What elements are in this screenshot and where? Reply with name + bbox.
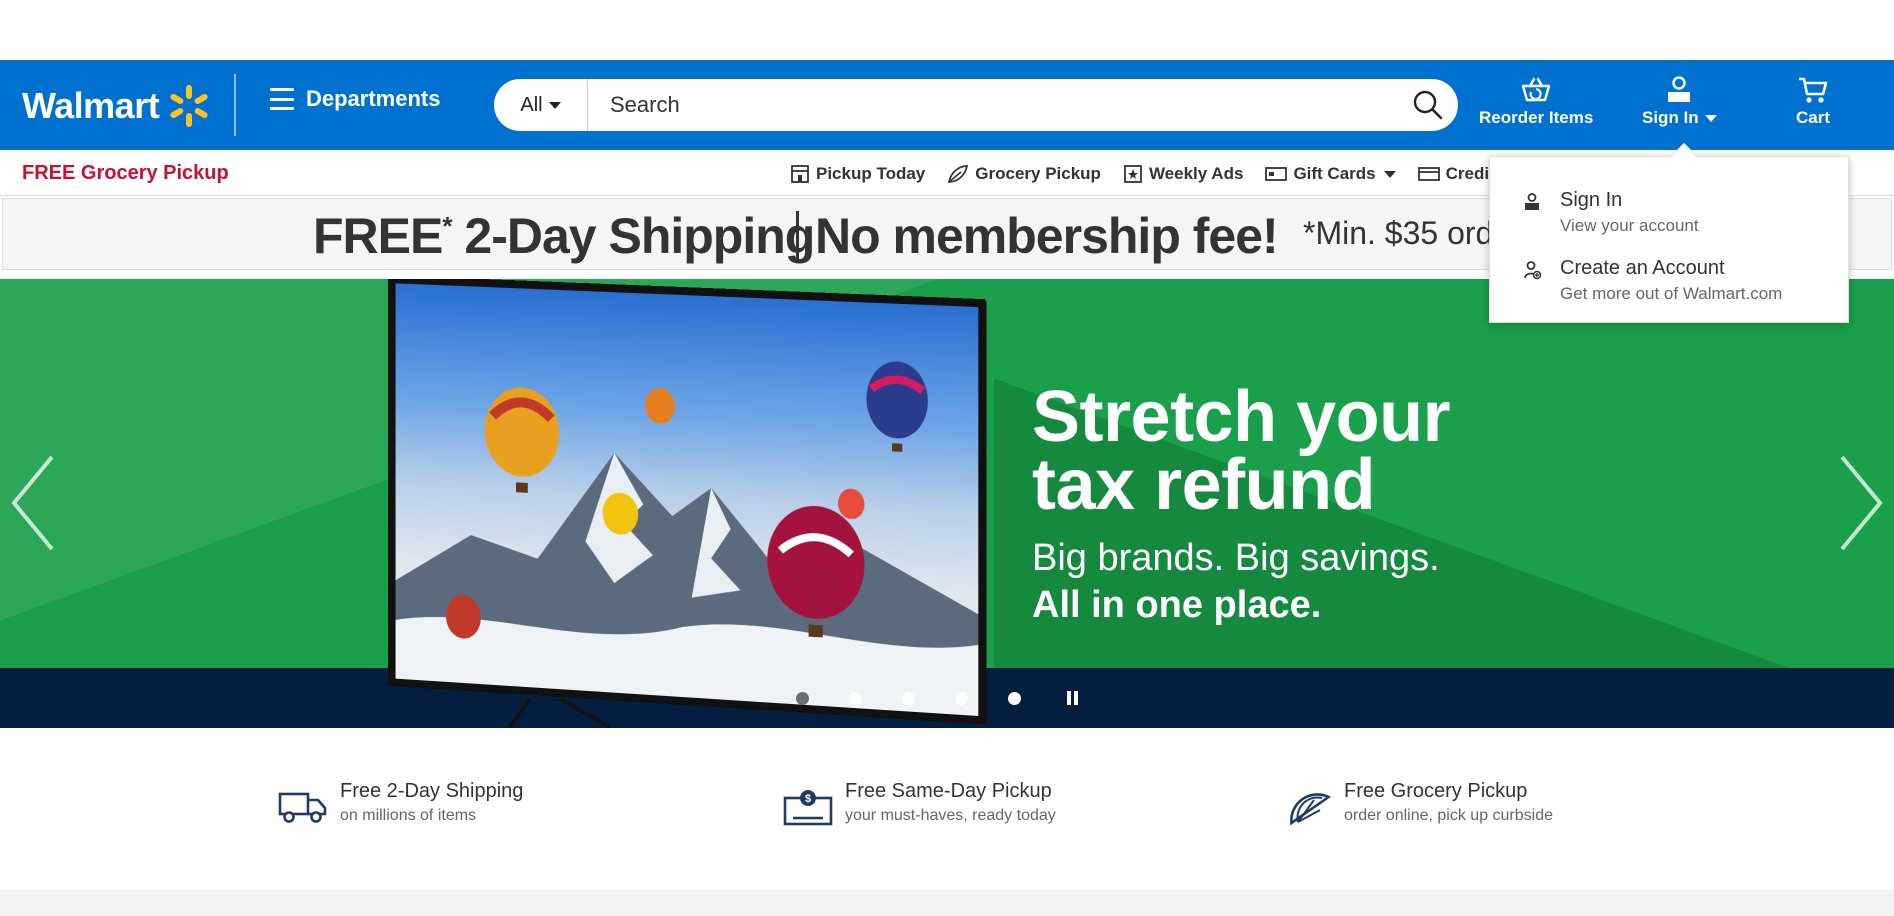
reorder-label: Reorder Items (1479, 108, 1594, 127)
search-button[interactable] (1398, 79, 1458, 131)
svg-text:$: $ (805, 793, 811, 805)
hero-subhead-bold: All in one place. (1032, 584, 1322, 626)
pickup-icon: $ (783, 790, 833, 826)
cart-label: Cart (1796, 108, 1831, 127)
spark-icon (170, 85, 208, 127)
feature-2day-shipping[interactable]: Free 2-Day Shipping on millions of items (278, 780, 523, 825)
dropdown-create-account[interactable]: Create an Account Get more out of Walmar… (1524, 257, 1782, 304)
search-category-value: All (520, 93, 543, 116)
feature-same-day-pickup[interactable]: $ Free Same-Day Pickup your must-haves, … (783, 780, 1056, 828)
feature-title: Free Same-Day Pickup (845, 780, 1052, 802)
carousel-prev-button[interactable] (10, 453, 56, 558)
grocery-pickup-label: Grocery Pickup (975, 164, 1101, 183)
hero-carousel[interactable]: Stretch your tax refund Big brands. Big … (0, 279, 1894, 728)
free-2day-shipping-text: FREE* 2-Day Shipping (313, 208, 815, 264)
feature-title: Free Grocery Pickup (1344, 780, 1528, 802)
user-icon (1668, 76, 1691, 102)
departments-label: Departments (306, 86, 441, 111)
carousel-indicators (796, 691, 1081, 705)
chevron-down-icon (548, 101, 561, 109)
carousel-pause-button[interactable] (1067, 691, 1081, 705)
banner-divider (796, 211, 799, 261)
subnav-links: Pickup Today Grocery Pickup Weekly Ads G… (790, 164, 1560, 184)
truck-icon (278, 792, 327, 823)
pickup-today-label: Pickup Today (816, 164, 926, 183)
dropdown-sign-in-title: Sign In (1560, 189, 1623, 211)
walmart-logo[interactable]: Walmart (22, 84, 211, 128)
grocery-pickup-link[interactable]: Grocery Pickup (947, 164, 1101, 184)
sign-in-button[interactable]: Sign In (1642, 76, 1717, 128)
citrus-icon (1290, 793, 1332, 826)
feature-subtitle: on millions of items (340, 807, 477, 824)
gift-card-icon (1265, 167, 1288, 181)
value-props: Free 2-Day Shipping on millions of items… (0, 780, 1894, 850)
search-input[interactable] (588, 79, 1398, 131)
store-icon (791, 165, 809, 183)
hamburger-icon (270, 88, 294, 110)
search-bar: All (494, 79, 1458, 131)
chevron-down-icon (1704, 114, 1717, 122)
add-user-icon (1524, 261, 1542, 280)
weekly-ads-label: Weekly Ads (1148, 164, 1244, 183)
site-header: Walmart Departments All Search Reorder I… (0, 60, 1894, 150)
chevron-down-icon (1383, 170, 1396, 178)
weekly-ads-link[interactable]: Weekly Ads (1123, 164, 1244, 184)
cart-button[interactable]: Cart (1796, 76, 1830, 128)
cart-icon (1799, 77, 1828, 103)
account-dropdown-menu: Sign In View your account Create an Acco… (1489, 142, 1849, 323)
no-membership-fee-text: No membership fee! (815, 208, 1279, 264)
feature-grocery-pickup[interactable]: Free Grocery Pickup order online, pick u… (1288, 780, 1553, 832)
search-category-select[interactable]: All (494, 79, 588, 131)
carousel-dot-2[interactable] (849, 691, 862, 705)
header-divider (234, 74, 236, 136)
chevron-right-icon (1840, 455, 1883, 551)
tv-product-image (387, 279, 987, 725)
dropdown-sign-in-subtitle: View your account (1560, 216, 1699, 235)
star-badge-icon (1124, 165, 1142, 183)
hero-subhead: Big brands. Big savings. (1032, 537, 1440, 579)
pickup-today-link[interactable]: Pickup Today (790, 164, 925, 184)
search-icon (1413, 90, 1443, 120)
footer-strip (0, 890, 1894, 916)
grocery-pickup-promo-link[interactable]: FREE Grocery Pickup (22, 162, 229, 185)
logo-text: Walmart (22, 85, 160, 126)
carousel-next-button[interactable] (1838, 453, 1884, 558)
departments-button[interactable]: Departments (270, 86, 440, 112)
carousel-dot-5[interactable] (1008, 691, 1021, 705)
feature-subtitle: order online, pick up curbside (1344, 807, 1554, 824)
dropdown-create-account-title: Create an Account (1560, 257, 1725, 279)
credit-card-icon (1417, 167, 1440, 181)
tv-stand (508, 699, 611, 728)
dropdown-sign-in[interactable]: Sign In View your account (1524, 189, 1699, 236)
reorder-items-button[interactable]: Reorder Items (1479, 76, 1593, 128)
walmart-homepage: Walmart Departments All Search Reorder I… (0, 0, 1894, 916)
hero-headline-line2: tax refund (1032, 445, 1376, 525)
hot-air-balloons-image (445, 360, 979, 640)
gift-cards-link[interactable]: Gift Cards (1265, 164, 1396, 184)
carousel-dot-3[interactable] (902, 691, 915, 705)
signin-label: Sign In (1642, 108, 1699, 127)
carousel-dot-1[interactable] (796, 691, 809, 705)
chevron-left-icon (11, 455, 54, 551)
carousel-dot-4[interactable] (955, 691, 968, 705)
gift-cards-label: Gift Cards (1293, 164, 1376, 183)
hero-headline-line1: Stretch your (1032, 377, 1451, 457)
hero-copy: Stretch your tax refund Big brands. Big … (1032, 377, 1451, 627)
feature-title: Free 2-Day Shipping (340, 780, 524, 802)
user-icon (1525, 193, 1539, 210)
reorder-basket-icon (1521, 77, 1551, 102)
dropdown-create-account-subtitle: Get more out of Walmart.com (1560, 284, 1783, 303)
leaf-icon (948, 165, 969, 183)
feature-subtitle: your must-haves, ready today (845, 807, 1056, 824)
